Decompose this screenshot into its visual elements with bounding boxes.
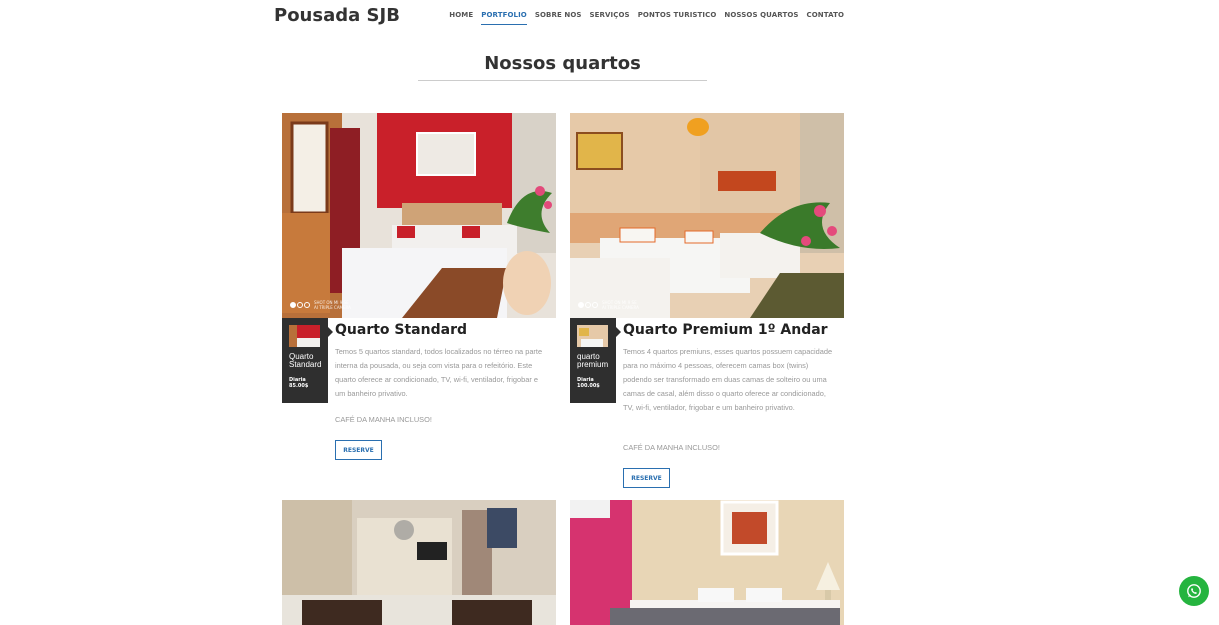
carousel-dot[interactable] bbox=[290, 302, 296, 308]
room-photo-carousel[interactable] bbox=[282, 500, 556, 625]
reserve-button[interactable]: RESERVE bbox=[623, 468, 670, 488]
room-photo-carousel[interactable]: SHOT ON MI 9 SE AI TRIPLE CAMERA bbox=[282, 113, 556, 318]
carousel-dots[interactable] bbox=[290, 302, 310, 308]
nav-sobre-nos[interactable]: SOBRE NOS bbox=[535, 11, 582, 25]
nav-servicos[interactable]: SERVIÇOS bbox=[590, 11, 630, 25]
room-photo bbox=[570, 500, 844, 625]
price-value: 100.00$ bbox=[577, 383, 600, 389]
section-title: Nossos quartos bbox=[418, 53, 707, 81]
room-thumbnail bbox=[289, 325, 320, 347]
nav-nossos-quartos[interactable]: NOSSOS QUARTOS bbox=[724, 11, 798, 25]
room-description: Temos 5 quartos standard, todos localiza… bbox=[335, 347, 543, 398]
room-info-sidebar: Quarto Standard Diaria 85.00$ bbox=[282, 318, 333, 403]
carousel-dot[interactable] bbox=[592, 302, 598, 308]
breakfast-note: CAFÉ DA MANHA INCLUSO! bbox=[623, 443, 720, 452]
nav-pontos-turistico[interactable]: PONTOS TURISTICO bbox=[638, 11, 717, 25]
carousel-dot[interactable] bbox=[297, 302, 303, 308]
site-logo[interactable]: Pousada SJB bbox=[274, 5, 400, 26]
room-price: Diaria 100.00$ bbox=[577, 377, 600, 389]
carousel-dot[interactable] bbox=[585, 302, 591, 308]
photo-caption: SHOT ON MI 9 SE AI TRIPLE CAMERA bbox=[314, 300, 351, 310]
whatsapp-icon bbox=[1187, 584, 1201, 598]
room-photo bbox=[570, 113, 844, 318]
room-price: Diaria 85.00$ bbox=[289, 377, 308, 389]
carousel-dot[interactable] bbox=[304, 302, 310, 308]
photo-caption: SHOT ON MI 9 SE AI TRIPLE CAMERA bbox=[602, 300, 639, 310]
nav-home[interactable]: HOME bbox=[449, 11, 473, 25]
room-short-name: quarto premium bbox=[577, 352, 609, 369]
room-photo bbox=[282, 113, 556, 318]
price-value: 85.00$ bbox=[289, 383, 309, 389]
carousel-dot[interactable] bbox=[578, 302, 584, 308]
room-info-sidebar: quarto premium Diaria 100.00$ bbox=[570, 318, 621, 403]
breakfast-note: CAFÉ DA MANHA INCLUSO! bbox=[335, 415, 432, 424]
room-short-name: Quarto Standard bbox=[289, 352, 322, 369]
room-photo-carousel[interactable] bbox=[570, 500, 844, 625]
room-photo bbox=[282, 500, 556, 625]
whatsapp-button[interactable] bbox=[1179, 576, 1209, 606]
room-photo-carousel[interactable]: SHOT ON MI 9 SE AI TRIPLE CAMERA bbox=[570, 113, 844, 318]
nav-portfolio[interactable]: PORTFOLIO bbox=[481, 11, 527, 25]
nav-contato[interactable]: CONTATO bbox=[807, 11, 844, 25]
reserve-button[interactable]: RESERVE bbox=[335, 440, 382, 460]
main-nav: HOME PORTFOLIO SOBRE NOS SERVIÇOS PONTOS… bbox=[449, 11, 844, 25]
room-description: Temos 4 quartos premiuns, esses quartos … bbox=[623, 347, 833, 412]
room-name: Quarto Standard bbox=[335, 322, 467, 338]
carousel-dots[interactable] bbox=[578, 302, 598, 308]
room-name: Quarto Premium 1º Andar bbox=[623, 322, 828, 338]
room-thumbnail bbox=[577, 325, 608, 347]
